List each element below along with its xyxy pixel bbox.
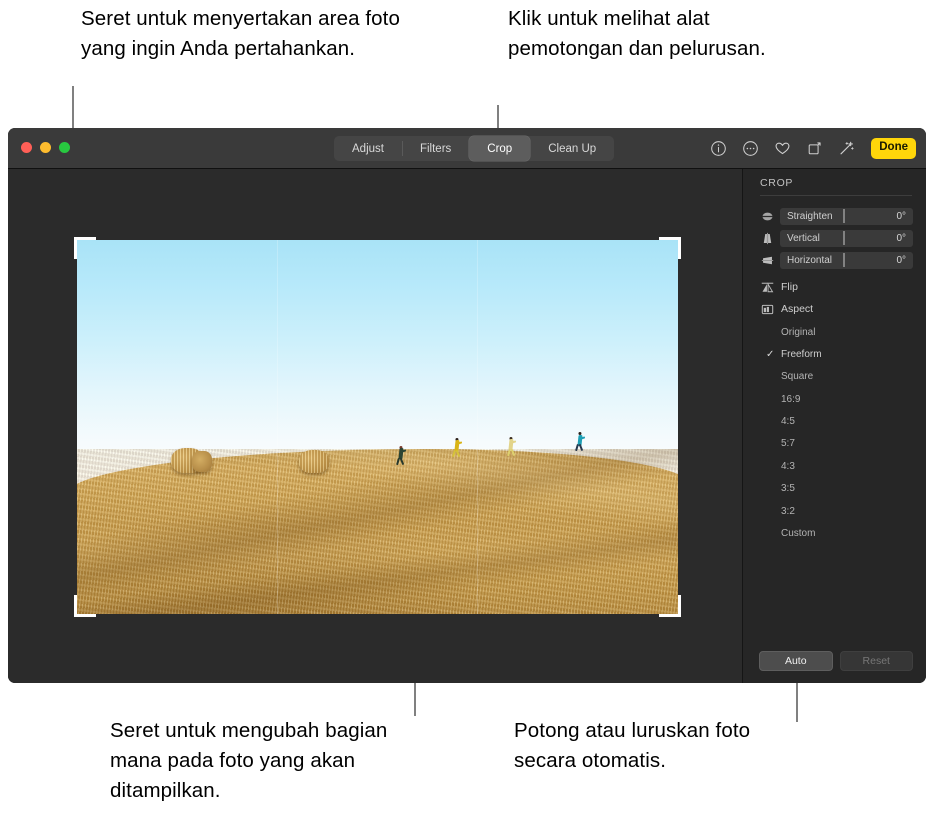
horizontal-label: Horizontal [787, 254, 833, 266]
aspect-option-label: 16:9 [781, 393, 801, 405]
straighten-slider-track[interactable]: Straighten 0° [780, 207, 913, 225]
horizontal-slider-track[interactable]: Horizontal 0° [780, 251, 913, 269]
rotate-icon[interactable] [805, 139, 824, 158]
tab-crop[interactable]: Crop [469, 136, 531, 161]
runner-figure-3 [506, 436, 517, 457]
edit-mode-tabs: Adjust Filters Crop Clean Up [334, 136, 615, 161]
aspect-option-label: 4:5 [781, 415, 795, 427]
aspect-option-original[interactable]: Original [766, 324, 906, 340]
crop-panel-divider [760, 195, 912, 196]
straighten-slider-thumb[interactable] [843, 209, 845, 223]
field-region [77, 449, 678, 614]
info-icon[interactable] [709, 139, 728, 158]
hay-bale-left-secondary [192, 450, 212, 472]
auto-enhance-wand-icon[interactable] [837, 139, 856, 158]
aspect-check-freeform: ✓ [766, 348, 775, 360]
more-options-icon[interactable] [741, 139, 760, 158]
zoom-window-button[interactable] [59, 142, 70, 153]
vertical-slider-track[interactable]: Vertical 0° [780, 229, 913, 247]
tab-filters-label: Filters [419, 142, 452, 155]
crop-panel-title: CROP [760, 177, 794, 189]
runner-figure-4 [575, 432, 586, 452]
aspect-option-3-2[interactable]: 3:2 [766, 503, 906, 519]
aspect-icon [760, 302, 775, 317]
callout-drag-to-change-visible-part: Seret untuk mengubah bagian mana pada fo… [110, 719, 388, 802]
horizontal-slider-row[interactable]: Horizontal 0° [760, 251, 913, 269]
aspect-option-label: Freeform [781, 348, 822, 360]
aspect-option-square[interactable]: Square [766, 368, 906, 384]
crop-sidebar: CROP Straighten 0° Vertical 0° Horizonta… [742, 169, 926, 683]
tab-filters[interactable]: Filters [401, 136, 469, 161]
flip-icon [760, 280, 775, 295]
tab-crop-label: Crop [487, 142, 513, 155]
minimize-window-button[interactable] [40, 142, 51, 153]
aspect-option-label: 5:7 [781, 437, 795, 449]
straighten-icon [760, 209, 775, 224]
runner-figure-1 [396, 445, 407, 466]
aspect-option-label: Custom [781, 527, 816, 539]
crop-grid-line-v [277, 240, 279, 614]
crop-frame[interactable] [69, 232, 686, 622]
field-shadow-bands [77, 449, 678, 614]
callout-auto-crop-straighten: Potong atau luruskan foto secara otomati… [514, 719, 751, 772]
flip-row[interactable]: Flip [760, 279, 798, 295]
aspect-label: Aspect [781, 303, 814, 315]
done-button-label: Done [879, 141, 908, 154]
window-titlebar: Adjust Filters Crop Clean Up Done [8, 128, 926, 169]
aspect-option-label: 3:2 [781, 505, 795, 517]
flip-label: Flip [781, 281, 798, 293]
window-controls [21, 142, 70, 153]
done-button[interactable]: Done [871, 138, 916, 159]
tab-clean-up[interactable]: Clean Up [530, 136, 614, 161]
aspect-option-4-3[interactable]: 4:3 [766, 458, 906, 474]
hay-bale-center [299, 450, 330, 473]
photos-editor-window: Adjust Filters Crop Clean Up Done CROP S… [8, 128, 926, 683]
callout-click-to-see-crop-tools: Klik untuk melihat alat pemotongan dan p… [508, 7, 766, 60]
aspect-option-4-5[interactable]: 4:5 [766, 413, 906, 429]
photo-canvas [8, 169, 742, 683]
photo-image[interactable] [77, 240, 678, 614]
close-window-button[interactable] [21, 142, 32, 153]
vertical-perspective-icon [760, 231, 775, 246]
reset-button[interactable]: Reset [839, 651, 913, 671]
aspect-option-5-7[interactable]: 5:7 [766, 435, 906, 451]
heart-icon[interactable] [773, 139, 792, 158]
vertical-slider-thumb[interactable] [843, 231, 845, 245]
aspect-option-label: Original [781, 326, 816, 338]
auto-button-label: Auto [784, 655, 807, 667]
aspect-option-label: Square [781, 370, 814, 382]
aspect-option-freeform[interactable]: ✓ Freeform [766, 346, 906, 362]
auto-button[interactable]: Auto [759, 651, 833, 671]
window-toolbar-right: Done [709, 136, 916, 161]
aspect-option-label: 4:3 [781, 460, 795, 472]
aspect-option-16-9[interactable]: 16:9 [766, 391, 906, 407]
sidebar-action-buttons: Auto Reset [759, 651, 913, 671]
tab-adjust[interactable]: Adjust [334, 136, 402, 161]
vertical-value: 0° [896, 232, 906, 244]
runner-figure-2 [452, 437, 462, 458]
aspect-option-label: 3:5 [781, 482, 795, 494]
straighten-slider-row[interactable]: Straighten 0° [760, 207, 913, 225]
horizontal-perspective-icon [760, 253, 775, 268]
horizontal-value: 0° [896, 254, 906, 266]
aspect-option-custom[interactable]: Custom [766, 525, 906, 541]
straighten-value: 0° [896, 210, 906, 222]
callout-drag-to-include-area: Seret untuk menyertakan area foto yang i… [81, 7, 400, 60]
aspect-row[interactable]: Aspect [760, 301, 813, 317]
tab-clean-up-label: Clean Up [548, 142, 597, 155]
vertical-label: Vertical [787, 232, 820, 244]
crop-grid-line-v [477, 240, 479, 614]
tab-adjust-label: Adjust [352, 142, 384, 155]
aspect-option-3-5[interactable]: 3:5 [766, 480, 906, 496]
straighten-label: Straighten [787, 210, 833, 222]
vertical-slider-row[interactable]: Vertical 0° [760, 229, 913, 247]
reset-button-label: Reset [862, 655, 890, 667]
horizontal-slider-thumb[interactable] [843, 253, 845, 267]
